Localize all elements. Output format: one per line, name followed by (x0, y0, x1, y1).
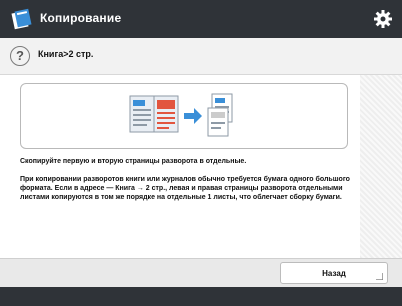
description-text: При копировании разворотов книги или жур… (20, 176, 350, 201)
header-bar: Копирование (0, 0, 402, 38)
gear-icon[interactable] (373, 9, 393, 29)
question-icon[interactable]: ? (10, 46, 30, 66)
action-bar: Назад (0, 258, 402, 287)
app-title: Копирование (40, 11, 122, 25)
illustration-panel (20, 83, 348, 149)
corner-mark-icon (376, 273, 383, 280)
book-to-pages-icon (129, 93, 233, 137)
mode-bar: ? Книга>2 стр. (0, 38, 402, 75)
content-area: Скопируйте первую и вторую страницы разв… (0, 75, 360, 258)
mode-label: Книга>2 стр. (38, 49, 94, 59)
scroll-area-pattern (360, 75, 402, 258)
status-footer (0, 287, 402, 306)
back-button-label: Назад (322, 269, 346, 278)
copy-app-icon (11, 8, 32, 30)
back-button[interactable]: Назад (280, 262, 388, 284)
instruction-text: Скопируйте первую и вторую страницы разв… (20, 158, 247, 165)
